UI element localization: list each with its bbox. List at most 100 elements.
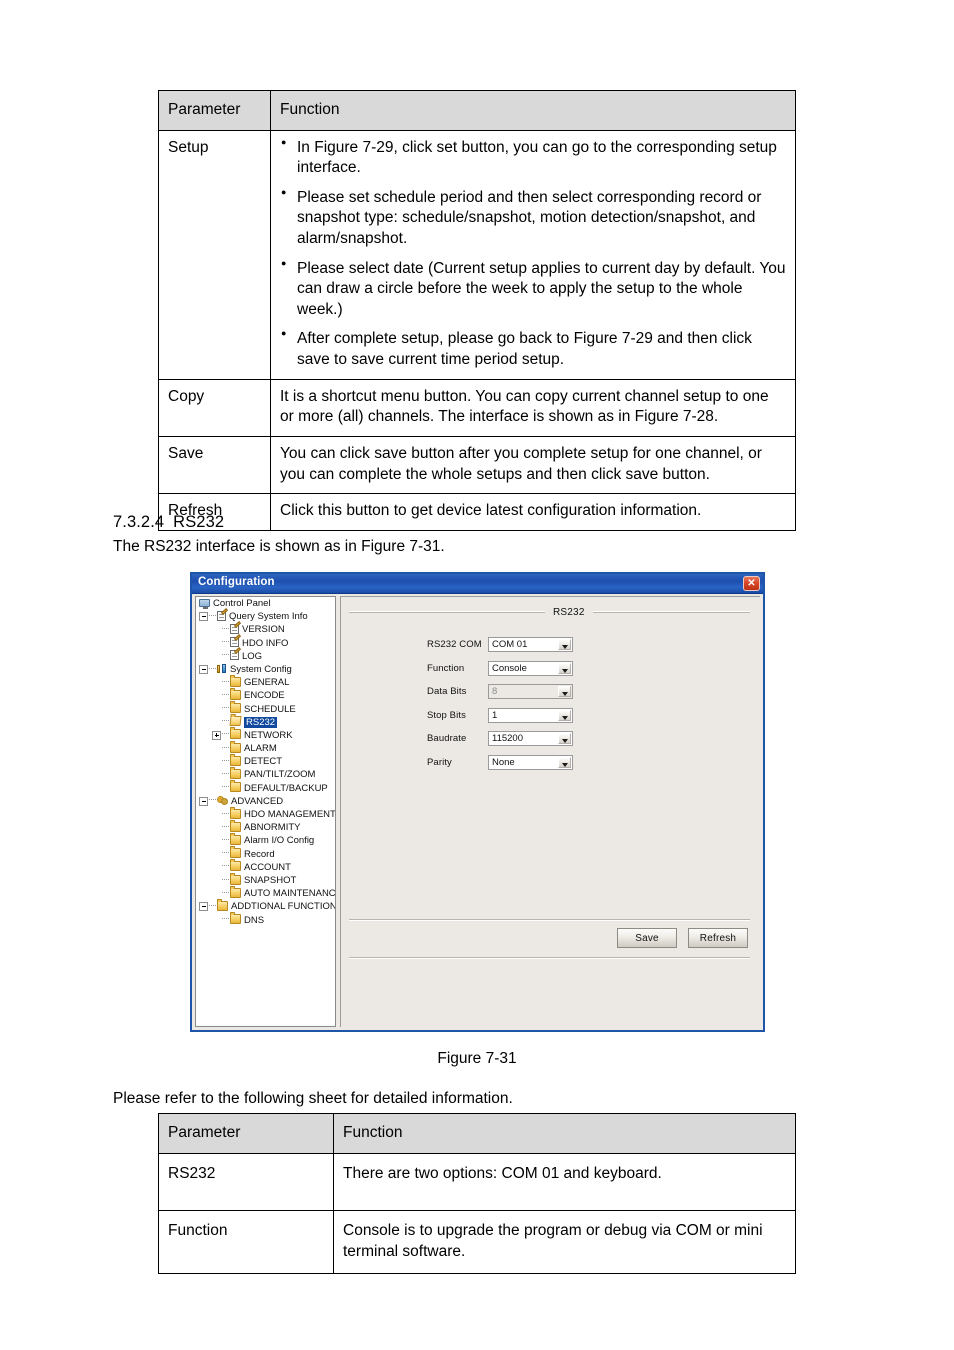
cell-parameter: Copy: [158, 378, 271, 437]
tree-item-query-system-info[interactable]: Query System Info: [196, 610, 335, 623]
tree-item-encode[interactable]: ENCODE: [196, 687, 335, 702]
chevron-down-icon[interactable]: [558, 709, 571, 721]
tree-item-hdo-management[interactable]: HDO MANAGEMENT: [196, 806, 335, 821]
table: Parameter Function Setup In Figure 7-29,…: [158, 90, 796, 531]
tree-line: [222, 733, 229, 735]
navigation-tree[interactable]: Control Panel Query System Info VERSION HDO…: [195, 596, 336, 1027]
stop-bits-select[interactable]: 1: [488, 707, 573, 723]
table-row: RS232 There are two options: COM 01 and …: [158, 1152, 796, 1212]
chevron-down-icon: [558, 686, 571, 698]
tree-line: [212, 678, 221, 687]
table: Parameter Function RS232 There are two o…: [158, 1113, 796, 1275]
divider: [349, 957, 750, 959]
tree-item-label: GENERAL: [244, 677, 290, 689]
chevron-down-icon[interactable]: [558, 733, 571, 745]
cell-parameter: Setup: [158, 129, 271, 380]
tree-item-account[interactable]: ACCOUNT: [196, 859, 335, 874]
rs232-settings-panel: RS232 RS232 COM COM 01 Function Console Data…: [340, 596, 760, 1027]
tree-item-advanced[interactable]: ADVANCED: [196, 795, 335, 808]
tree-item-general[interactable]: GENERAL: [196, 674, 335, 689]
tree-item-label: LOG: [242, 650, 263, 662]
tree-item-system-config[interactable]: System Config: [196, 663, 335, 676]
tree-line: [222, 825, 229, 828]
tree-item-label: System Config: [230, 663, 292, 675]
tree-item-pan-tilt-zoom[interactable]: PAN/TILT/ZOOM: [196, 767, 335, 781]
group-box-header: RS232: [349, 606, 750, 618]
tree-line: [209, 667, 216, 670]
folder-icon: [230, 806, 241, 819]
function-select[interactable]: Console: [488, 660, 573, 676]
tree-line: [222, 680, 229, 683]
save-button[interactable]: Save: [617, 928, 677, 948]
form-row-data-bits: Data Bits 8: [427, 680, 573, 704]
tree-item-log[interactable]: LOG: [196, 650, 335, 663]
tree-line: [212, 836, 221, 845]
tree-line: [212, 771, 221, 780]
folder-icon: [230, 767, 241, 780]
note-icon: [217, 610, 226, 621]
column-header-parameter: Parameter: [158, 1113, 334, 1154]
form-row-rs232-com: RS232 COM COM 01: [427, 633, 573, 657]
stop-bits-value: 1: [492, 709, 498, 721]
folder-icon: [230, 727, 241, 740]
tree-item-label: VERSION: [242, 624, 285, 636]
parity-select[interactable]: None: [488, 754, 573, 770]
tree-item-control-panel[interactable]: Control Panel: [196, 597, 335, 610]
tree-line: [222, 707, 229, 709]
expand-icon[interactable]: [212, 730, 221, 740]
tree-item-network[interactable]: NETWORK: [196, 727, 335, 742]
list-item: In Figure 7-29, click set button, you ca…: [280, 137, 786, 179]
tree-item-abnormity[interactable]: ABNORMITY: [196, 819, 335, 834]
tree-item-snapshot[interactable]: SNAPSHOT: [196, 872, 335, 887]
chevron-down-icon[interactable]: [558, 662, 571, 674]
tree-item-detect[interactable]: DETECT: [196, 753, 335, 768]
tree-item-label: Alarm I/O Config: [244, 835, 315, 847]
sheet-intro-text: Please refer to the following sheet for …: [113, 1090, 513, 1107]
tree-item-schedule[interactable]: SCHEDULE: [196, 701, 335, 716]
tree-line: [212, 784, 221, 793]
tree-line: [212, 718, 221, 727]
form-row-function: Function Console: [427, 657, 573, 681]
tree-line: [222, 786, 229, 788]
tree-item-hdo-info[interactable]: HDO INFO: [196, 637, 335, 650]
tree-item-label: ADDTIONAL FUNCTION: [231, 901, 336, 913]
folder-icon: [230, 674, 241, 687]
tree-item-version[interactable]: VERSION: [196, 623, 335, 636]
function-value: Console: [492, 662, 527, 674]
tree-item-rs232[interactable]: RS232: [196, 716, 335, 729]
collapse-icon[interactable]: [199, 665, 208, 675]
tree-line: [209, 799, 216, 801]
tree-item-label: ALARM: [244, 743, 277, 755]
folder-icon: [230, 859, 241, 872]
tree-line: [212, 810, 221, 819]
tree-item-default-backup[interactable]: DEFAULT/BACKUP: [196, 780, 335, 795]
tree-item-alarm[interactable]: ALARM: [196, 740, 335, 755]
dialog-button-bar: Save Refresh: [349, 919, 750, 959]
tree-item-addtional-function[interactable]: ADDTIONAL FUNCTION: [196, 898, 336, 913]
rs232-form: RS232 COM COM 01 Function Console Data Bits 8…: [427, 633, 573, 774]
chevron-down-icon[interactable]: [558, 756, 571, 768]
collapse-icon[interactable]: [199, 902, 208, 912]
bullet-list: In Figure 7-29, click set button, you ca…: [280, 137, 786, 371]
collapse-icon[interactable]: [199, 796, 208, 806]
note-icon: [230, 623, 239, 634]
tree-item-record[interactable]: Record: [196, 846, 335, 861]
parity-value: None: [492, 756, 515, 768]
group-rule-left: [349, 611, 545, 613]
parameter-function-table-top: Parameter Function Setup In Figure 7-29,…: [158, 90, 796, 531]
note-icon: [230, 637, 239, 648]
close-icon[interactable]: ✕: [743, 576, 760, 591]
baudrate-label: Baudrate: [427, 733, 467, 745]
rs232-com-select[interactable]: COM 01: [488, 637, 573, 653]
chevron-down-icon[interactable]: [558, 639, 571, 651]
tree-item-alarm-i-o-config[interactable]: Alarm I/O Config: [196, 832, 335, 847]
baudrate-select[interactable]: 115200: [488, 731, 573, 747]
list-item: Please set schedule period and then sele…: [280, 187, 786, 250]
collapse-icon[interactable]: [199, 612, 208, 622]
tree-item-dns[interactable]: DNS: [196, 912, 335, 927]
table-row: Refresh Click this button to get device …: [158, 493, 796, 531]
dialog-title-bar[interactable]: Configuration ✕: [192, 574, 763, 594]
refresh-button[interactable]: Refresh: [688, 928, 748, 948]
folder-icon: [217, 898, 228, 911]
tree-line: [212, 863, 221, 872]
